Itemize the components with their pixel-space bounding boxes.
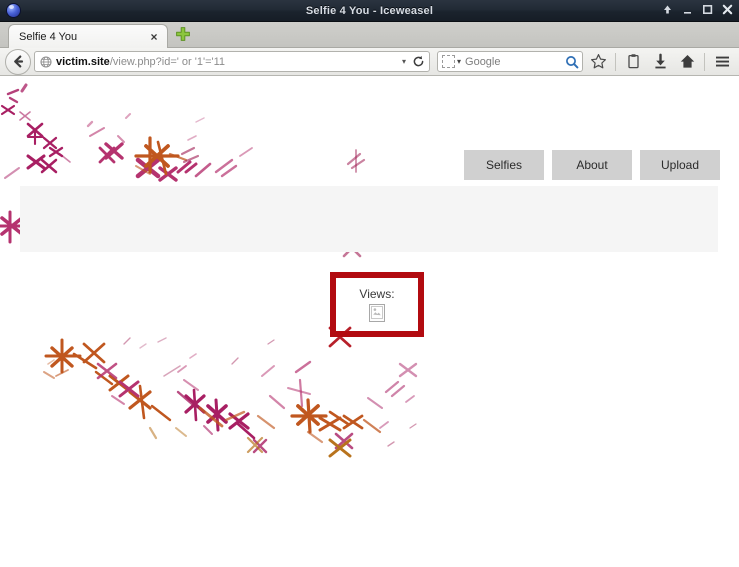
- downloads-icon[interactable]: [648, 50, 672, 74]
- search-bar[interactable]: ▾ Google: [437, 51, 583, 72]
- nav-button-upload[interactable]: Upload: [640, 150, 720, 180]
- broken-image-icon: [369, 303, 385, 322]
- home-icon[interactable]: [675, 50, 699, 74]
- toolbar-divider: [615, 52, 616, 71]
- search-input[interactable]: Google: [465, 56, 564, 68]
- navigation-toolbar: victim.site/view.php?id=' or '1'='11 ▾ ▾…: [0, 48, 739, 76]
- shade-up-icon[interactable]: [662, 4, 673, 17]
- iceweasel-globe-icon: [2, 1, 24, 21]
- bookmark-star-icon[interactable]: [586, 50, 610, 74]
- reading-list-icon[interactable]: [621, 50, 645, 74]
- reload-icon[interactable]: [411, 55, 425, 69]
- url-dropdown-icon[interactable]: ▾: [402, 57, 406, 66]
- url-bar[interactable]: victim.site/view.php?id=' or '1'='11 ▾: [34, 51, 430, 72]
- search-magnifier-icon[interactable]: [564, 54, 579, 69]
- views-label: Views:: [359, 286, 395, 301]
- tab-strip: Selfie 4 You ×: [0, 22, 739, 48]
- site-identity-globe-icon: [40, 55, 52, 68]
- window-title: Selfie 4 You - Iceweasel: [305, 4, 434, 17]
- search-engine-caret-icon[interactable]: ▾: [457, 57, 461, 66]
- site-nav-buttons: Selfies About Upload: [464, 150, 720, 180]
- window-controls: [662, 4, 733, 17]
- url-domain: victim.site: [56, 55, 110, 68]
- back-button[interactable]: [5, 48, 31, 75]
- page-viewport: Selfies About Upload Views:: [0, 76, 739, 565]
- browser-tab[interactable]: Selfie 4 You ×: [8, 24, 168, 48]
- minimize-icon[interactable]: [682, 4, 693, 17]
- close-icon[interactable]: [722, 4, 733, 17]
- tab-close-icon[interactable]: ×: [147, 30, 161, 44]
- tab-title: Selfie 4 You: [19, 30, 78, 43]
- new-tab-button[interactable]: [172, 23, 194, 45]
- nav-button-selfies[interactable]: Selfies: [464, 150, 544, 180]
- url-text: victim.site/view.php?id=' or '1'='11: [56, 56, 399, 68]
- url-path: /view.php?id=' or '1'='11: [109, 55, 226, 68]
- views-highlight-box: Views:: [330, 272, 424, 337]
- nav-button-about[interactable]: About: [552, 150, 632, 180]
- maximize-icon[interactable]: [702, 4, 713, 17]
- search-engine-icon[interactable]: [442, 55, 455, 68]
- window-titlebar: Selfie 4 You - Iceweasel: [0, 0, 739, 22]
- toolbar-divider-2: [704, 52, 705, 71]
- menu-hamburger-icon[interactable]: [710, 50, 734, 74]
- content-banner: [20, 186, 718, 252]
